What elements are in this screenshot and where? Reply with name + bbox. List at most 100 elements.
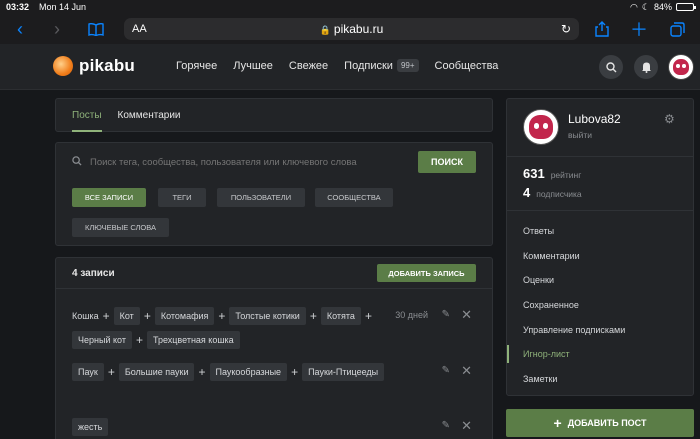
record-tags: Паук + Большие пауки + Паукообразные + П… xyxy=(72,363,392,381)
search-row: ПОИСК xyxy=(72,151,476,173)
tag[interactable]: Большие пауки xyxy=(118,363,195,381)
status-date: Mon 14 Jun xyxy=(39,2,87,12)
tag[interactable]: Черный кот xyxy=(72,331,132,349)
battery-icon xyxy=(676,3,696,11)
rating-stat: 631 рейтинг xyxy=(523,166,581,181)
filter-all-records[interactable]: ВСЕ ЗАПИСИ xyxy=(72,188,146,207)
subscribers-stat: 4 подписчика xyxy=(523,185,582,200)
search-button[interactable]: ПОИСК xyxy=(418,151,476,173)
record-row: Паук + Большие пауки + Паукообразные + П… xyxy=(72,363,476,381)
record-tags: жесть xyxy=(72,418,392,436)
search-input[interactable] xyxy=(90,156,418,168)
gear-icon[interactable]: ⚙ xyxy=(664,112,675,126)
tag[interactable]: жесть xyxy=(72,418,109,436)
edit-icon[interactable]: ✎ xyxy=(442,309,450,320)
tag[interactable]: Котомафия xyxy=(154,307,215,325)
plus-icon: + xyxy=(364,309,372,323)
delete-icon[interactable]: ✕ xyxy=(461,307,472,323)
nav-hot[interactable]: Горячее xyxy=(176,60,217,72)
plus-icon: + xyxy=(553,415,562,431)
menu-notes[interactable]: Заметки xyxy=(523,374,557,384)
filter-users[interactable]: ПОЛЬЗОВАТЕЛИ xyxy=(217,188,305,207)
divider xyxy=(507,210,693,211)
address-bar[interactable]: AA 🔒 pikabu.ru ↻ xyxy=(124,18,579,40)
logout-link[interactable]: выйти xyxy=(568,130,592,140)
menu-ignore-list[interactable]: Игнор-лист xyxy=(523,349,570,359)
record-date: 30 дней xyxy=(395,310,428,320)
back-icon[interactable]: ‹ xyxy=(8,18,32,40)
menu-replies[interactable]: Ответы xyxy=(523,226,554,236)
nav-fresh[interactable]: Свежее xyxy=(289,60,328,72)
menu-comments[interactable]: Комментарии xyxy=(523,251,580,261)
rating-number: 631 xyxy=(523,166,545,181)
edit-icon[interactable]: ✎ xyxy=(442,420,450,431)
rating-label: рейтинг xyxy=(550,170,582,180)
tabs-overview-icon[interactable] xyxy=(665,18,689,40)
status-right: ◠ ☾ 84% xyxy=(630,1,696,13)
tag[interactable]: Паукообразные xyxy=(209,363,288,381)
forward-icon[interactable]: › xyxy=(45,18,69,40)
main-nav: Горячее Лучшее Свежее Подписки 99+ Сообщ… xyxy=(176,59,514,72)
records-header: 4 записи ДОБАВИТЬ ЗАПИСЬ xyxy=(56,258,492,289)
add-record-button[interactable]: ДОБАВИТЬ ЗАПИСЬ xyxy=(377,264,476,282)
nav-communities[interactable]: Сообщества xyxy=(435,60,499,72)
plus-icon: + xyxy=(198,365,206,379)
lock-icon: 🔒 xyxy=(319,25,331,35)
profile-username[interactable]: Lubova82 xyxy=(568,112,621,126)
url-value: pikabu.ru xyxy=(333,22,384,36)
tag[interactable]: Трехцветная кошка xyxy=(146,331,240,349)
plus-icon: + xyxy=(135,333,143,347)
add-post-label: ДОБАВИТЬ ПОСТ xyxy=(567,418,647,428)
tag[interactable]: Паук xyxy=(72,363,104,381)
site-header: pikabu Горячее Лучшее Свежее Подписки 99… xyxy=(0,44,700,90)
plus-icon: + xyxy=(107,365,115,379)
tag[interactable]: Кот xyxy=(113,307,140,325)
new-tab-icon[interactable]: ＋ xyxy=(627,18,651,40)
subscriptions-badge: 99+ xyxy=(396,59,419,72)
status-bar: 03:32 Mon 14 Jun ◠ ☾ 84% xyxy=(0,0,700,14)
status-time: 03:32 xyxy=(6,2,30,12)
avatar-image xyxy=(529,115,553,139)
search-icon[interactable] xyxy=(599,55,623,79)
plus-icon: + xyxy=(102,309,110,323)
tag-lead: Кошка xyxy=(72,311,99,321)
subscribers-number: 4 xyxy=(523,185,531,200)
filter-communities[interactable]: СООБЩЕСТВА xyxy=(315,188,393,207)
tag[interactable]: Толстые котики xyxy=(229,307,306,325)
delete-icon[interactable]: ✕ xyxy=(461,418,472,434)
pikabu-logo-icon xyxy=(53,56,73,76)
user-avatar[interactable] xyxy=(668,54,694,80)
menu-ratings[interactable]: Оценки xyxy=(523,275,554,285)
menu-manage-subscriptions[interactable]: Управление подписками xyxy=(523,325,625,335)
profile-sidebar: Lubova82 выйти ⚙ 631 рейтинг 4 подписчик… xyxy=(506,98,694,396)
edit-icon[interactable]: ✎ xyxy=(442,365,450,376)
profile-avatar[interactable] xyxy=(523,109,559,145)
menu-saved[interactable]: Сохраненное xyxy=(523,300,579,310)
plus-icon: + xyxy=(309,309,317,323)
wifi-icon: ◠ xyxy=(630,1,638,12)
active-menu-indicator xyxy=(507,345,509,363)
share-icon[interactable] xyxy=(590,18,614,40)
bookmarks-icon[interactable] xyxy=(84,18,108,40)
filter-tags[interactable]: ТЕГИ xyxy=(158,188,206,207)
bell-icon[interactable] xyxy=(634,55,658,79)
battery-percent: 84% xyxy=(653,2,672,12)
tag[interactable]: Пауки-Птицееды xyxy=(302,363,385,381)
search-field-icon xyxy=(72,155,90,169)
tab-posts[interactable]: Посты xyxy=(72,98,102,132)
tab-comments[interactable]: Комментарии xyxy=(118,98,181,132)
plus-icon: + xyxy=(218,309,226,323)
record-row: жесть ✎ ✕ xyxy=(72,418,476,436)
tag[interactable]: Котята xyxy=(320,307,361,325)
nav-subscriptions[interactable]: Подписки xyxy=(344,60,393,72)
nav-best[interactable]: Лучшее xyxy=(233,60,273,72)
add-post-button[interactable]: + ДОБАВИТЬ ПОСТ xyxy=(506,409,694,437)
divider xyxy=(507,156,693,157)
site-logo[interactable]: pikabu xyxy=(53,56,135,76)
records-count: 4 записи xyxy=(72,267,115,279)
delete-icon[interactable]: ✕ xyxy=(461,363,472,379)
avatar-image xyxy=(672,58,690,76)
filter-keywords[interactable]: КЛЮЧЕВЫЕ СЛОВА xyxy=(72,218,169,237)
records-panel: 4 записи ДОБАВИТЬ ЗАПИСЬ Кошка + Кот + К… xyxy=(55,257,493,439)
record-tags: Кошка + Кот + Котомафия + Толстые котики… xyxy=(72,307,392,349)
